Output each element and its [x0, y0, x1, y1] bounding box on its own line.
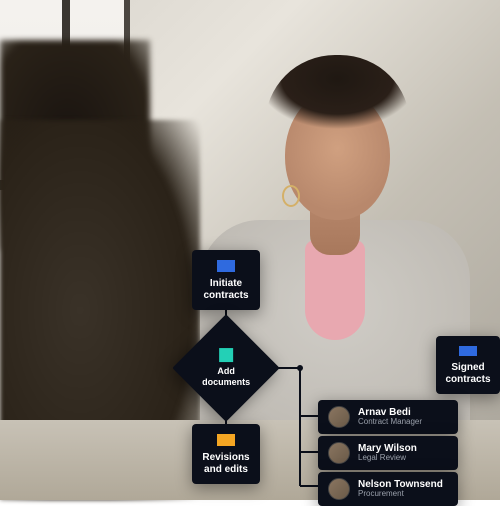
node-label: Revisions and edits: [202, 452, 249, 476]
person-card-nelson[interactable]: Nelson Townsend Procurement: [318, 472, 458, 506]
avatar: [328, 406, 350, 428]
square-icon: [459, 346, 477, 356]
square-icon: [217, 260, 235, 272]
person-role: Contract Manager: [358, 418, 422, 427]
workflow-overlay: Initiate contracts Add documents Revisio…: [0, 0, 500, 500]
node-label: Signed contracts: [445, 362, 490, 386]
node-revisions-edits[interactable]: Revisions and edits: [192, 424, 260, 484]
avatar: [328, 478, 350, 500]
node-signed-contracts[interactable]: Signed contracts: [436, 336, 500, 394]
square-icon: [219, 348, 233, 362]
person-role: Legal Review: [358, 454, 417, 463]
node-initiate-contracts[interactable]: Initiate contracts: [192, 250, 260, 310]
connector-dot: [297, 365, 303, 371]
node-label: Add documents: [202, 366, 250, 388]
person-card-mary[interactable]: Mary Wilson Legal Review: [318, 436, 458, 470]
square-icon: [217, 434, 235, 446]
node-label: Initiate contracts: [203, 278, 248, 302]
person-role: Procurement: [358, 490, 443, 499]
avatar: [328, 442, 350, 464]
person-card-arnav[interactable]: Arnav Bedi Contract Manager: [318, 400, 458, 434]
